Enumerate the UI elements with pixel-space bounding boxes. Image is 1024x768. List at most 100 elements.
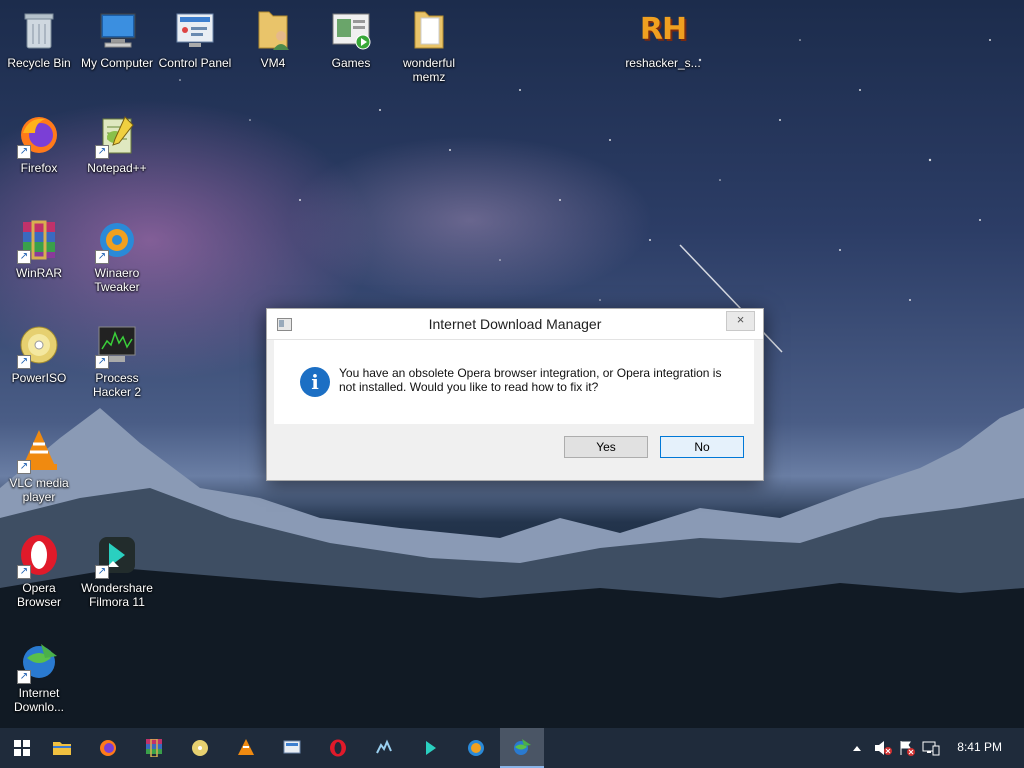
tray-action-center-flag[interactable] bbox=[896, 728, 918, 768]
desktop-icon-label: Internet Downlo... bbox=[13, 686, 65, 714]
desktop-icon-label: WinRAR bbox=[15, 266, 62, 280]
close-icon: × bbox=[736, 312, 745, 327]
taskbar-opera[interactable] bbox=[316, 728, 360, 768]
poweriso-icon bbox=[192, 740, 208, 756]
desktop-icon-process-hacker[interactable]: ↗ Process Hacker 2 bbox=[78, 323, 156, 399]
desktop-icon-my-computer[interactable]: My Computer bbox=[78, 8, 156, 70]
desktop-icon-label: Games bbox=[331, 56, 371, 70]
winrar-icon bbox=[146, 739, 162, 757]
tray-network[interactable] bbox=[920, 728, 942, 768]
desktop-icon-label: Opera Browser bbox=[16, 581, 61, 609]
recycle-bin-icon bbox=[17, 8, 61, 52]
taskbar-process-hacker[interactable] bbox=[362, 728, 406, 768]
taskbar-filmora[interactable] bbox=[408, 728, 452, 768]
folder-icon bbox=[407, 8, 451, 52]
desktop-icon-label: Process Hacker 2 bbox=[92, 371, 142, 399]
process-hacker-icon bbox=[376, 739, 392, 754]
user-folder-icon bbox=[251, 8, 295, 52]
info-icon: i bbox=[300, 367, 330, 397]
tray-overflow-button[interactable] bbox=[848, 728, 866, 768]
desktop-icon-winaero-tweaker[interactable]: ↗ Winaero Tweaker bbox=[78, 218, 156, 294]
shortcut-arrow-icon: ↗ bbox=[95, 565, 109, 579]
opera-icon: ↗ bbox=[17, 533, 61, 579]
dialog-title: Internet Download Manager bbox=[428, 316, 602, 332]
desktop-icon-notepad-plus-plus[interactable]: ↗ Notepad++ bbox=[78, 113, 156, 175]
desktop-icon-label: Control Panel bbox=[158, 56, 232, 70]
start-button[interactable] bbox=[0, 728, 44, 768]
taskbar-winrar[interactable] bbox=[132, 728, 176, 768]
desktop-icon-label: reshacker_s... bbox=[625, 56, 701, 70]
chevron-up-icon bbox=[853, 746, 861, 751]
vlc-icon bbox=[238, 739, 254, 755]
flag-error-icon bbox=[900, 741, 915, 756]
info-icon-glyph: i bbox=[311, 370, 319, 394]
desktop-icon-recycle-bin[interactable]: Recycle Bin bbox=[0, 8, 78, 70]
tray-volume[interactable] bbox=[872, 728, 894, 768]
desktop-icon-label: PowerISO bbox=[11, 371, 67, 385]
desktop-icon-filmora[interactable]: ↗ Wondershare Filmora 11 bbox=[78, 533, 156, 609]
idm-dialog: Internet Download Manager × i You have a… bbox=[266, 308, 764, 481]
desktop-icon-label: VLC media player bbox=[9, 476, 69, 504]
notepad-plus-plus-icon: ↗ bbox=[95, 113, 139, 159]
shortcut-arrow-icon: ↗ bbox=[17, 355, 31, 369]
yes-button[interactable]: Yes bbox=[564, 436, 648, 458]
desktop-icon-label: wonderful memz bbox=[402, 56, 456, 84]
shortcut-arrow-icon: ↗ bbox=[17, 565, 31, 579]
winrar-icon: ↗ bbox=[17, 218, 61, 264]
desktop-icon-label: Notepad++ bbox=[87, 161, 147, 175]
desktop-icon-opera[interactable]: ↗ Opera Browser bbox=[0, 533, 78, 609]
firefox-icon: ↗ bbox=[17, 113, 61, 159]
taskbar-clock[interactable]: 8:41 PM bbox=[957, 740, 1002, 754]
taskbar-firefox[interactable] bbox=[86, 728, 130, 768]
taskbar-control-panel[interactable] bbox=[270, 728, 314, 768]
desktop-icon-label: VM4 bbox=[260, 56, 286, 70]
desktop-icon-reshacker[interactable]: RH reshacker_s... bbox=[624, 8, 702, 71]
desktop-icon-label: Firefox bbox=[20, 161, 58, 175]
shortcut-arrow-icon: ↗ bbox=[17, 460, 31, 474]
dialog-message: You have an obsolete Opera browser integ… bbox=[339, 366, 722, 394]
desktop-icon-vlc[interactable]: ↗ VLC media player bbox=[0, 428, 78, 504]
desktop-icon-label: Wondershare Filmora 11 bbox=[81, 581, 153, 609]
computer-icon bbox=[95, 8, 139, 52]
desktop-icon-poweriso[interactable]: ↗ PowerISO bbox=[0, 323, 78, 385]
desktop-icon-firefox[interactable]: ↗ Firefox bbox=[0, 113, 78, 175]
desktop-icon-winrar[interactable]: ↗ WinRAR bbox=[0, 218, 78, 280]
shortcut-arrow-icon: ↗ bbox=[95, 355, 109, 369]
reshacker-icon: RH bbox=[639, 8, 687, 52]
desktop-icon-label: Recycle Bin bbox=[7, 56, 71, 70]
shortcut-arrow-icon: ↗ bbox=[17, 145, 31, 159]
internet-download-manager-icon: ↗ bbox=[17, 638, 61, 684]
shortcut-arrow-icon: ↗ bbox=[95, 145, 109, 159]
taskbar-winaero-tweaker[interactable] bbox=[454, 728, 498, 768]
filmora-icon: ↗ bbox=[95, 533, 139, 579]
firefox-icon bbox=[100, 740, 116, 756]
desktop-icon-label: My Computer bbox=[80, 56, 154, 70]
shortcut-arrow-icon: ↗ bbox=[17, 250, 31, 264]
winaero-tweaker-icon bbox=[468, 740, 484, 756]
control-panel-icon bbox=[173, 8, 217, 52]
dialog-title-bar[interactable]: Internet Download Manager × bbox=[267, 309, 763, 340]
desktop-icon-control-panel[interactable]: Control Panel bbox=[156, 8, 234, 70]
taskbar-vlc[interactable] bbox=[224, 728, 268, 768]
games-icon bbox=[329, 8, 373, 52]
close-button[interactable]: × bbox=[726, 311, 755, 331]
desktop-icon-internet-download-manager[interactable]: ↗ Internet Downlo... bbox=[0, 638, 78, 714]
process-hacker-icon: ↗ bbox=[95, 323, 139, 369]
vlc-icon: ↗ bbox=[17, 428, 61, 474]
desktop-icon-vm4[interactable]: VM4 bbox=[234, 8, 312, 70]
desktop-icon-label: Winaero Tweaker bbox=[94, 266, 140, 294]
taskbar-poweriso[interactable] bbox=[178, 728, 222, 768]
taskbar: 8:41 PM bbox=[0, 728, 1024, 768]
network-icon bbox=[922, 741, 940, 756]
no-button[interactable]: No bbox=[660, 436, 744, 458]
internet-download-manager-icon bbox=[514, 739, 531, 755]
opera-icon bbox=[330, 739, 346, 757]
reshacker-logo-text: RH bbox=[639, 12, 687, 47]
dialog-body: i You have an obsolete Opera browser int… bbox=[274, 340, 754, 424]
desktop-icon-wonderful-memz[interactable]: wonderful memz bbox=[390, 8, 468, 84]
desktop-icon-games[interactable]: Games bbox=[312, 8, 390, 70]
taskbar-internet-download-manager[interactable] bbox=[500, 728, 544, 768]
poweriso-icon: ↗ bbox=[17, 323, 61, 369]
taskbar-file-explorer[interactable] bbox=[40, 728, 84, 768]
filmora-icon bbox=[426, 741, 436, 755]
